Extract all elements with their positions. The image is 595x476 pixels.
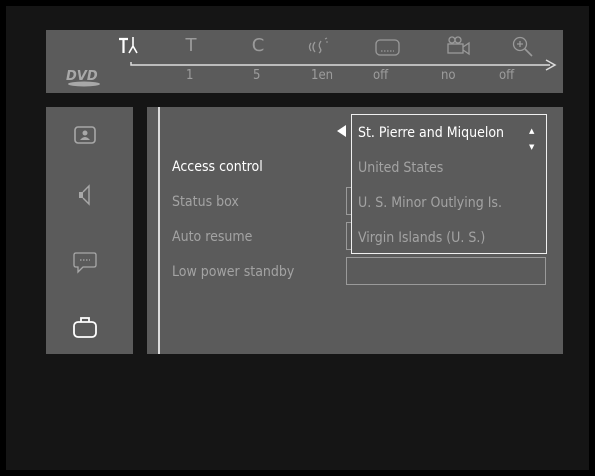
language-icon[interactable] xyxy=(70,248,100,278)
low-power-standby-field[interactable] xyxy=(346,257,546,285)
zoom-icon[interactable] xyxy=(509,33,537,61)
picture-icon[interactable] xyxy=(70,122,100,152)
zoom-value: off xyxy=(499,68,515,83)
angle-value: no xyxy=(441,68,456,83)
dvd-logo: DVD xyxy=(64,66,104,88)
scroll-up-icon[interactable]: ▲ xyxy=(529,128,534,135)
menu-item-status-box[interactable]: Status box xyxy=(172,194,239,210)
title-icon[interactable]: T xyxy=(177,33,205,61)
audio-icon[interactable] xyxy=(305,33,333,61)
subtitle-value: off xyxy=(373,68,389,83)
dropdown-option[interactable]: St. Pierre and Miquelon xyxy=(358,125,504,141)
top-value-bar xyxy=(46,63,563,93)
chapter-icon[interactable]: C xyxy=(244,33,272,61)
menu-item-auto-resume[interactable]: Auto resume xyxy=(172,229,252,245)
chapter-value: 5 xyxy=(253,68,261,83)
audio-value: 1en xyxy=(311,68,334,83)
chapter-glyph: C xyxy=(251,35,265,56)
menu-item-access-control[interactable]: Access control xyxy=(172,159,263,175)
panel-divider xyxy=(158,107,160,354)
dropdown-option[interactable]: U. S. Minor Outlying Is. xyxy=(358,195,502,211)
subtitle-icon[interactable] xyxy=(374,33,402,61)
dropdown-pointer-icon xyxy=(337,125,346,137)
country-dropdown-list[interactable]: St. Pierre and Miquelon United States U.… xyxy=(351,114,547,254)
settings-tools-icon[interactable] xyxy=(116,33,144,61)
sound-icon[interactable] xyxy=(70,180,100,210)
scroll-down-icon[interactable]: ▼ xyxy=(529,144,534,151)
title-value: 1 xyxy=(186,68,194,83)
dropdown-option[interactable]: United States xyxy=(358,160,443,176)
camera-angle-icon[interactable] xyxy=(444,33,472,61)
title-glyph: T xyxy=(185,35,197,56)
dropdown-option[interactable]: Virgin Islands (U. S.) xyxy=(358,230,485,246)
menu-item-low-power-standby[interactable]: Low power standby xyxy=(172,264,294,280)
features-icon[interactable] xyxy=(70,313,100,343)
